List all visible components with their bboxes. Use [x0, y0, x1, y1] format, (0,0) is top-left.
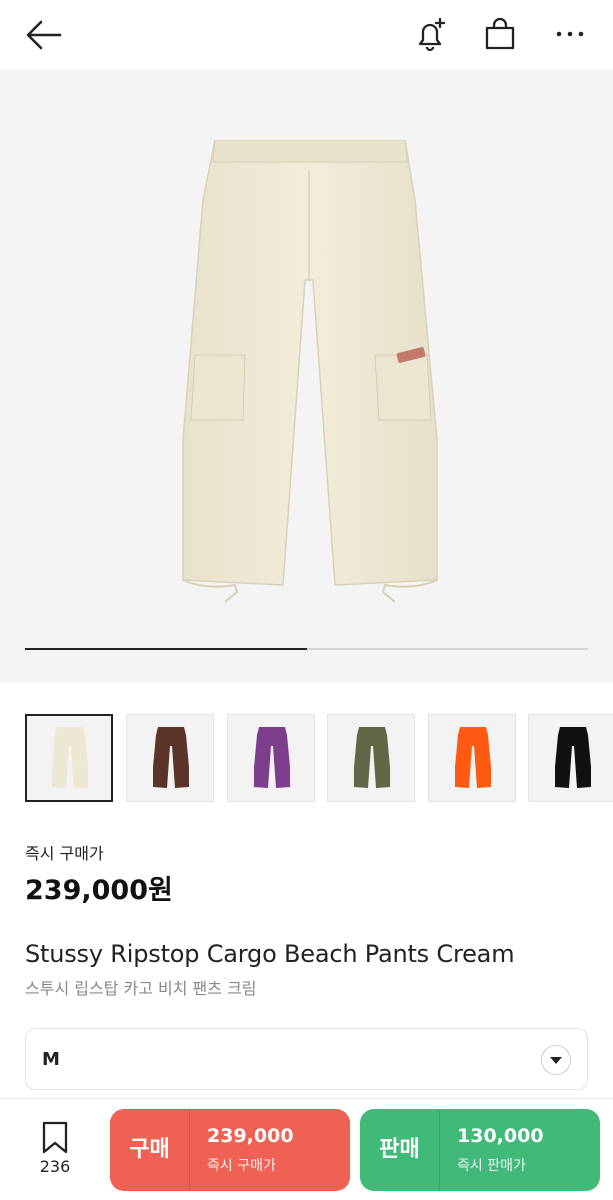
thumbnail-image — [254, 727, 290, 788]
product-name-ko: 스투시 립스탑 카고 비치 팬츠 크림 — [25, 979, 257, 998]
buy-button-label: 구매 — [110, 1109, 190, 1191]
buy-price-label: 즉시 구매가 — [207, 1158, 276, 1174]
bookmark-icon — [42, 1121, 68, 1154]
thumbnail-image — [455, 727, 491, 788]
product-name-en: Stussy Ripstop Cargo Beach Pants Cream — [25, 940, 515, 968]
thumbnail-image — [153, 727, 189, 788]
product-image — [182, 140, 438, 603]
thumbnail-image — [555, 727, 591, 788]
shopping-bag-icon[interactable] — [480, 14, 520, 54]
price-value: 239,000원 — [25, 875, 173, 906]
buy-button[interactable]: 구매 239,000 즉시 구매가 — [110, 1109, 350, 1191]
buy-price: 239,000 — [207, 1125, 294, 1147]
size-select[interactable]: M — [25, 1028, 588, 1090]
sell-price: 130,000 — [457, 1125, 544, 1147]
chevron-down-icon — [541, 1045, 571, 1075]
color-thumbnails — [0, 714, 613, 802]
thumbnail-orange[interactable] — [428, 714, 516, 802]
size-select-value: M — [42, 1049, 60, 1070]
carousel-progress — [25, 648, 588, 650]
bookmark-count: 236 — [39, 1157, 71, 1176]
back-arrow-icon[interactable] — [24, 16, 64, 54]
more-dots-icon[interactable] — [550, 14, 590, 54]
top-bar — [0, 0, 613, 70]
thumbnail-brown[interactable] — [126, 714, 214, 802]
bell-plus-icon[interactable] — [410, 14, 450, 54]
carousel-progress-fill — [25, 648, 307, 650]
thumbnail-olive[interactable] — [327, 714, 415, 802]
sell-button[interactable]: 판매 130,000 즉시 판매가 — [360, 1109, 600, 1191]
thumbnail-image — [354, 727, 390, 788]
bookmark-button[interactable]: 236 — [30, 1121, 80, 1181]
sell-button-label: 판매 — [360, 1109, 440, 1191]
thumbnail-black[interactable] — [528, 714, 613, 802]
product-image-carousel[interactable] — [0, 70, 613, 682]
thumbnail-cream[interactable] — [25, 714, 113, 802]
thumbnail-image — [52, 727, 88, 788]
price-label: 즉시 구매가 — [25, 844, 104, 863]
thumbnail-purple[interactable] — [227, 714, 315, 802]
sell-price-label: 즉시 판매가 — [457, 1158, 526, 1174]
bottom-action-bar: 236 구매 239,000 즉시 구매가 판매 130,000 즉시 판매가 — [0, 1098, 613, 1200]
